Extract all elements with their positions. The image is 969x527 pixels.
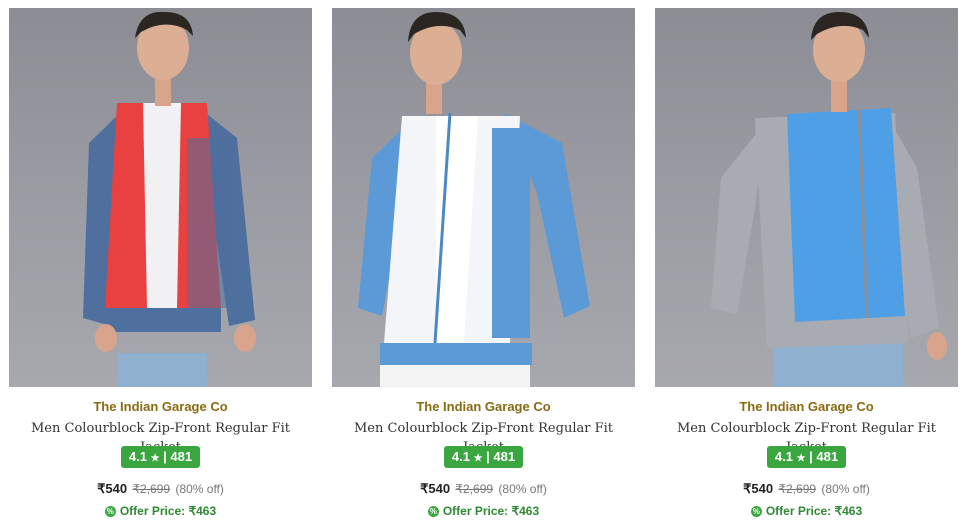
star-icon: ★ xyxy=(473,453,483,464)
offer-price: Offer Price: ₹463 xyxy=(119,504,217,518)
rating-badge: 4.1 ★ | 481 xyxy=(766,446,847,468)
product-card[interactable]: The Indian Garage Co Men Colourblock Zip… xyxy=(655,8,958,527)
rating-separator: | xyxy=(486,449,490,464)
mrp-price: ₹2,699 xyxy=(778,482,817,496)
rating-separator: | xyxy=(163,449,167,464)
offer-tag-icon: % xyxy=(104,506,116,518)
offer-price-row: % Offer Price: ₹463 xyxy=(9,503,312,519)
offer-tag-icon: % xyxy=(427,506,439,518)
jacket-illustration xyxy=(83,11,256,387)
mrp-price: ₹2,699 xyxy=(132,482,171,496)
product-card[interactable]: The Indian Garage Co Men Colourblock Zip… xyxy=(332,8,635,527)
price-row: ₹540 ₹2,699 (80% off) xyxy=(9,480,312,498)
product-name[interactable]: Men Colourblock Zip-Front Regular Fit Ja… xyxy=(655,419,958,455)
product-grid: The Indian Garage Co Men Colourblock Zip… xyxy=(0,0,969,527)
rating-badge: 4.1 ★ | 481 xyxy=(120,446,201,468)
offer-price: Offer Price: ₹463 xyxy=(765,504,863,518)
rating-badge: 4.1 ★ | 481 xyxy=(443,446,524,468)
mrp-price: ₹2,699 xyxy=(455,482,494,496)
brand-name[interactable]: The Indian Garage Co xyxy=(655,398,958,416)
discount-label: (80% off) xyxy=(498,482,547,496)
rating-count: 481 xyxy=(493,449,516,464)
rating-count: 481 xyxy=(170,449,193,464)
price-row: ₹540 ₹2,699 (80% off) xyxy=(655,480,958,498)
price-row: ₹540 ₹2,699 (80% off) xyxy=(332,480,635,498)
rating-separator: | xyxy=(809,449,813,464)
rating-count: 481 xyxy=(816,449,839,464)
product-name[interactable]: Men Colourblock Zip-Front Regular Fit Ja… xyxy=(332,419,635,455)
offer-price: Offer Price: ₹463 xyxy=(442,504,540,518)
offer-price-row: % Offer Price: ₹463 xyxy=(655,503,958,519)
rating-value: 4.1 xyxy=(451,449,470,464)
jacket-illustration xyxy=(711,12,947,387)
discount-label: (80% off) xyxy=(821,482,870,496)
offer-price-row: % Offer Price: ₹463 xyxy=(332,503,635,519)
product-image[interactable] xyxy=(332,8,635,387)
product-image[interactable] xyxy=(9,8,312,387)
star-icon: ★ xyxy=(150,453,160,464)
rating-value: 4.1 xyxy=(128,449,147,464)
selling-price: ₹540 xyxy=(97,481,128,496)
selling-price: ₹540 xyxy=(420,481,451,496)
brand-name[interactable]: The Indian Garage Co xyxy=(9,398,312,416)
product-card[interactable]: The Indian Garage Co Men Colourblock Zip… xyxy=(9,8,312,527)
selling-price: ₹540 xyxy=(743,481,774,496)
offer-tag-icon: % xyxy=(750,506,762,518)
discount-label: (80% off) xyxy=(175,482,224,496)
product-name[interactable]: Men Colourblock Zip-Front Regular Fit Ja… xyxy=(9,419,312,455)
jacket-illustration xyxy=(358,12,590,387)
brand-name[interactable]: The Indian Garage Co xyxy=(332,398,635,416)
rating-value: 4.1 xyxy=(774,449,793,464)
star-icon: ★ xyxy=(796,453,806,464)
product-image[interactable] xyxy=(655,8,958,387)
